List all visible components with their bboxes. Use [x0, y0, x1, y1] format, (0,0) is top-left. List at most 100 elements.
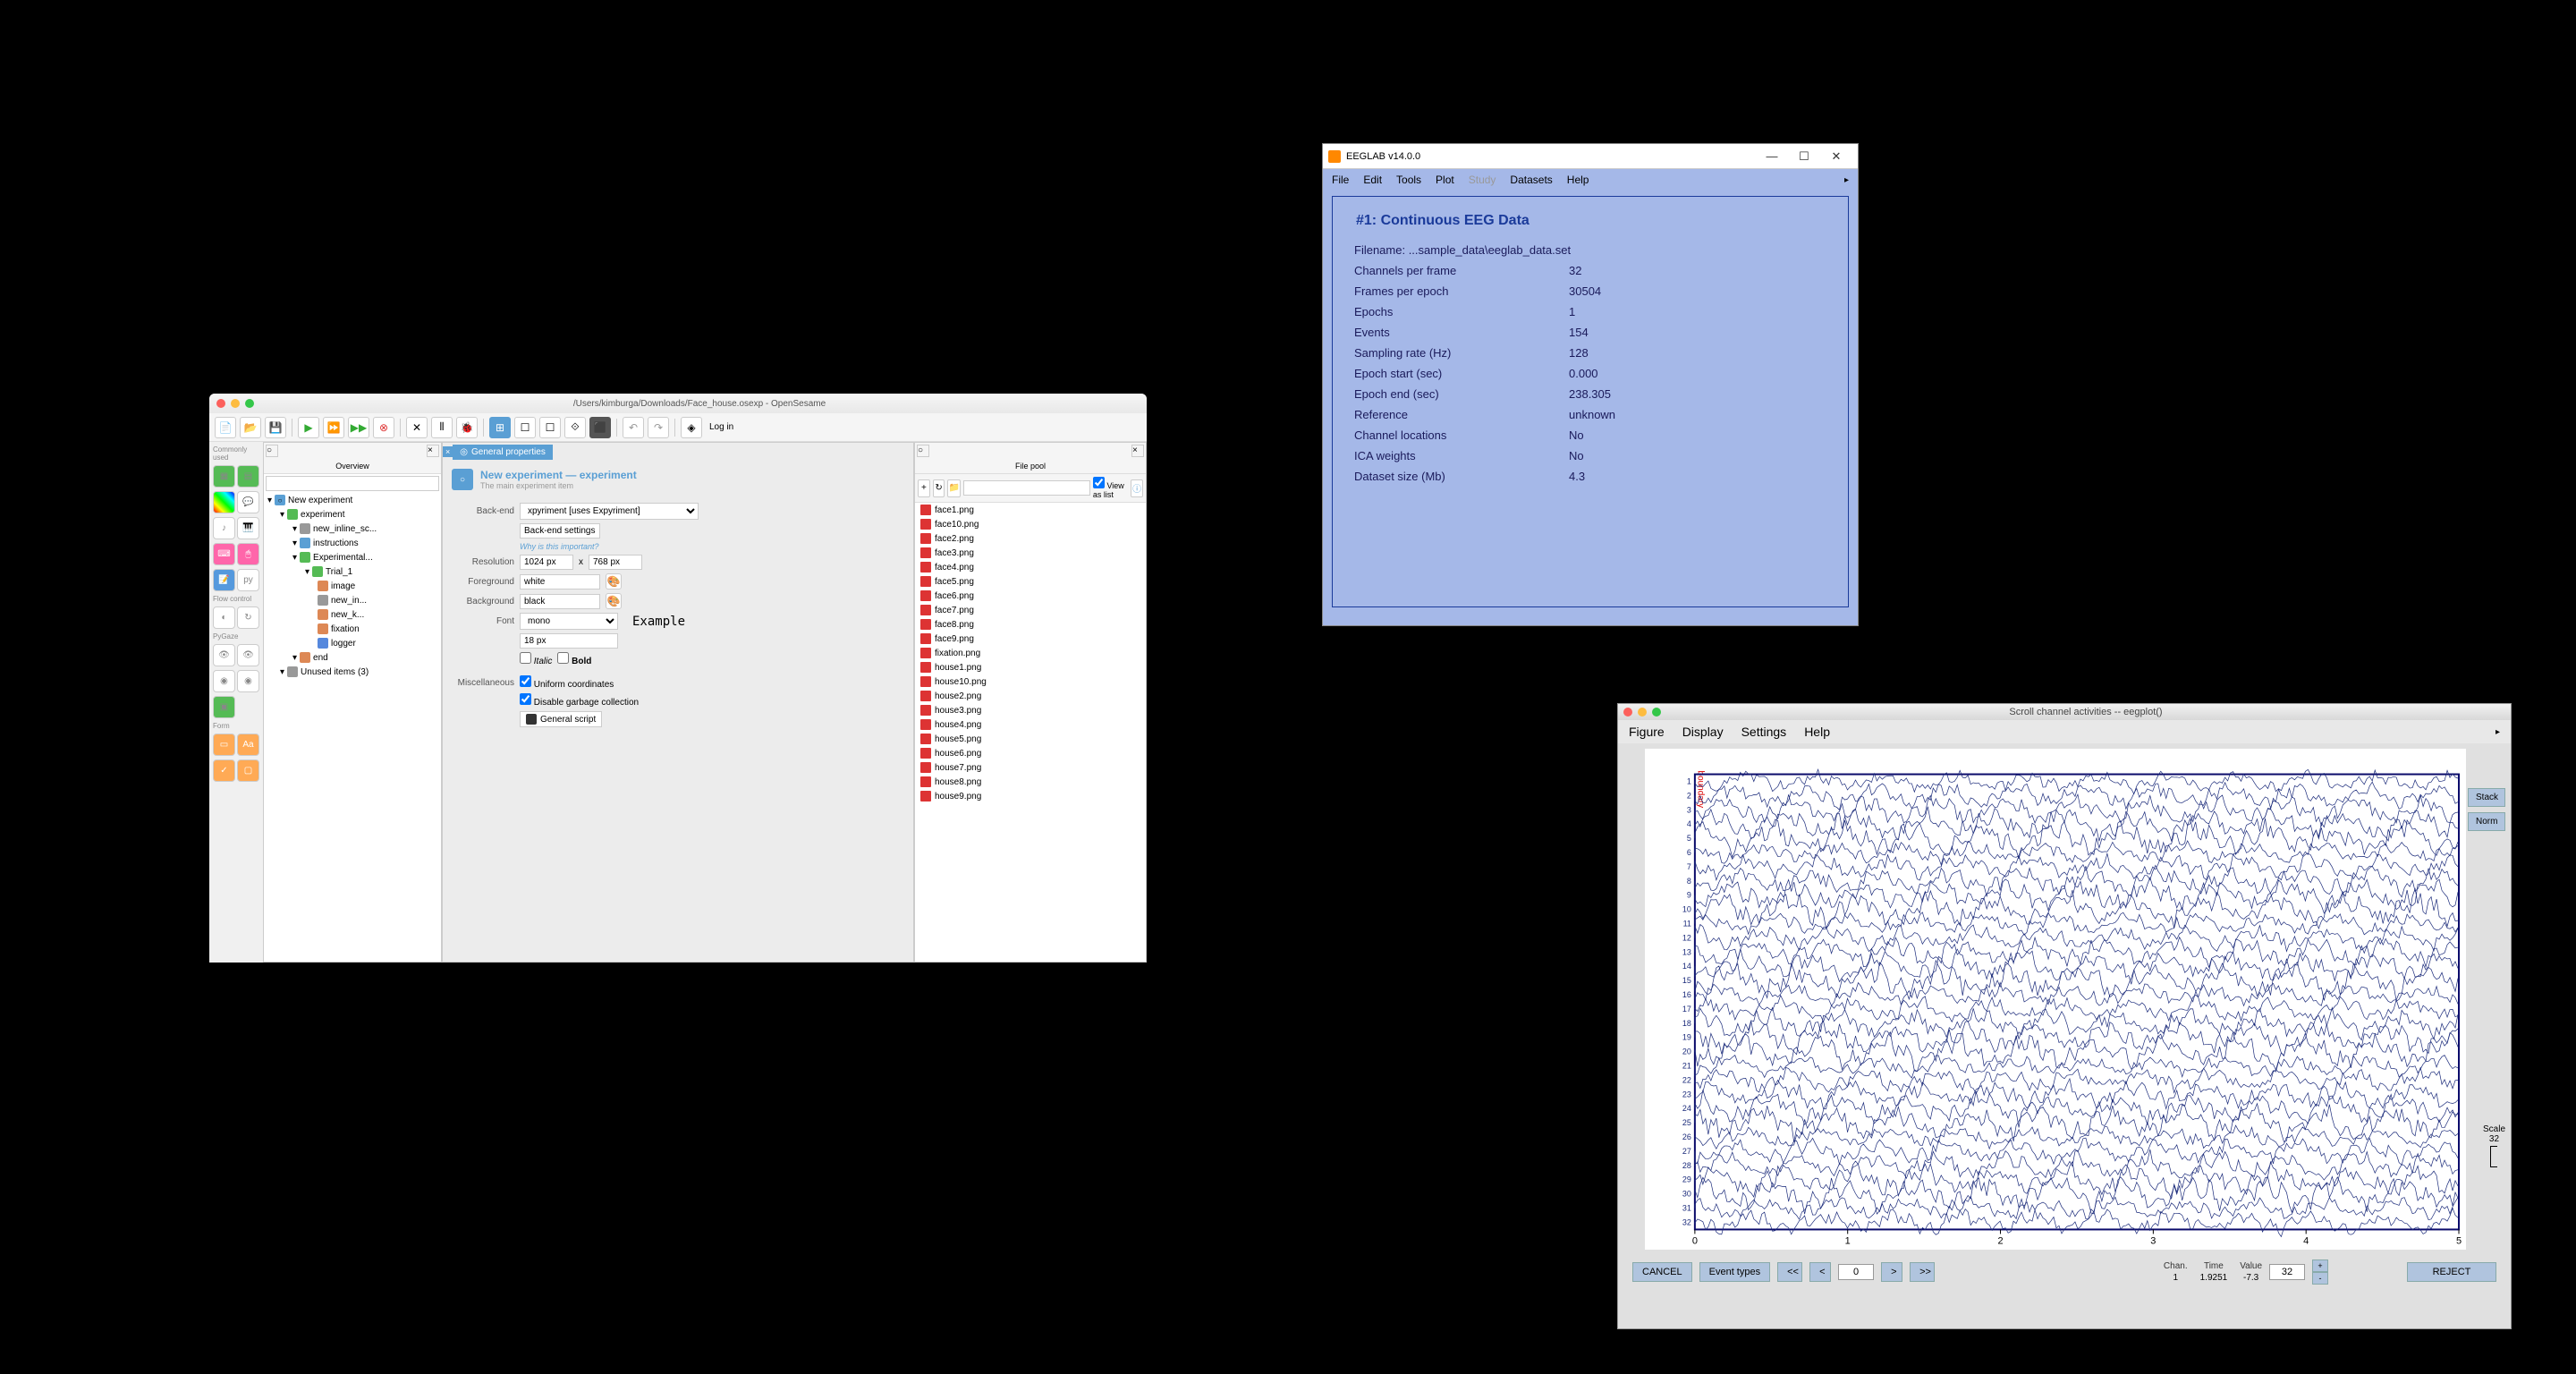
loop-tool[interactable]: ▦: [213, 465, 235, 488]
menu-settings[interactable]: Settings: [1741, 725, 1787, 739]
sketchpad-tool[interactable]: [213, 491, 235, 513]
tree-item[interactable]: ▾ instructions: [264, 536, 441, 550]
pin-icon[interactable]: ○: [917, 445, 929, 457]
file-item[interactable]: house7.png: [915, 760, 1146, 775]
form-tool-3[interactable]: ✓: [213, 759, 235, 782]
flow-tool-2[interactable]: ↻: [237, 606, 259, 629]
tree-root[interactable]: ▾ ○New experiment: [264, 493, 441, 507]
pin-icon[interactable]: ○: [266, 445, 278, 457]
file-item[interactable]: house2.png: [915, 689, 1146, 703]
tree-item[interactable]: new_k...: [264, 607, 441, 622]
tab-button-2[interactable]: ☐: [514, 417, 536, 438]
file-item[interactable]: face6.png: [915, 589, 1146, 603]
help-button[interactable]: ◈: [681, 417, 702, 438]
font-family-select[interactable]: mono: [520, 613, 618, 630]
tree-item[interactable]: ▾ Unused items (3): [264, 665, 441, 679]
nav-fwd-button[interactable]: >: [1881, 1262, 1902, 1282]
minimize-button[interactable]: —: [1756, 147, 1788, 166]
file-item[interactable]: house10.png: [915, 674, 1146, 689]
tree-item[interactable]: ▾ Trial_1: [264, 564, 441, 579]
nav-back-button[interactable]: <: [1809, 1262, 1831, 1282]
menu-more-icon[interactable]: ▸: [1844, 175, 1849, 185]
menu-figure[interactable]: Figure: [1629, 725, 1665, 739]
menu-help[interactable]: Help: [1567, 174, 1589, 186]
view-as-list-checkbox[interactable]: View as list: [1093, 477, 1128, 499]
maximize-button[interactable]: ☐: [1788, 147, 1820, 166]
redo-button[interactable]: ↷: [648, 417, 669, 438]
pygaze-tool-2[interactable]: 👁: [237, 644, 259, 666]
file-item[interactable]: fixation.png: [915, 646, 1146, 660]
res-width-input[interactable]: [520, 555, 573, 570]
quick-run-button[interactable]: ▶▶: [348, 417, 369, 438]
scale-down-button[interactable]: -: [2312, 1272, 2328, 1285]
file-item[interactable]: house5.png: [915, 732, 1146, 746]
form-tool-1[interactable]: ▭: [213, 734, 235, 756]
menu-tools[interactable]: Tools: [1396, 174, 1421, 186]
tree-item[interactable]: image: [264, 579, 441, 593]
pygaze-tool-3[interactable]: ◉: [213, 670, 235, 692]
login-link[interactable]: Log in: [709, 422, 733, 432]
backend-why-link[interactable]: Why is this important?: [520, 542, 599, 551]
eeg-plot-area[interactable]: boundary12345678910111213141516171819202…: [1645, 749, 2466, 1250]
tree-button[interactable]: ⦀: [431, 417, 453, 438]
file-item[interactable]: house4.png: [915, 717, 1146, 732]
event-types-button[interactable]: Event types: [1699, 1262, 1770, 1282]
menu-display[interactable]: Display: [1682, 725, 1724, 739]
tab-button-5[interactable]: ⬛: [589, 417, 611, 438]
tab-button-3[interactable]: ☐: [539, 417, 561, 438]
menu-edit[interactable]: Edit: [1363, 174, 1382, 186]
backend-settings-button[interactable]: Back-end settings: [520, 523, 600, 539]
keyboard-tool[interactable]: ⌨: [213, 543, 235, 565]
inline-script-tool[interactable]: py: [237, 569, 259, 591]
close-traffic-light[interactable]: [216, 399, 225, 408]
debug-button[interactable]: 🐞: [456, 417, 478, 438]
new-file-button[interactable]: 📄: [215, 417, 236, 438]
scale-up-button[interactable]: +: [2312, 1260, 2328, 1272]
form-tool-4[interactable]: ▢: [237, 759, 259, 782]
position-input[interactable]: [1838, 1264, 1874, 1280]
file-item[interactable]: face4.png: [915, 560, 1146, 574]
add-file-button[interactable]: +: [918, 479, 930, 497]
form-tool-2[interactable]: Aa: [237, 734, 259, 756]
tree-item[interactable]: logger: [264, 636, 441, 650]
menu-help[interactable]: Help: [1804, 725, 1830, 739]
close-tab-button[interactable]: ✕: [406, 417, 428, 438]
menu-datasets[interactable]: Datasets: [1510, 174, 1552, 186]
foreground-input[interactable]: [520, 574, 600, 589]
feedback-tool[interactable]: 💬: [237, 491, 259, 513]
gc-checkbox[interactable]: Disable garbage collection: [520, 693, 639, 708]
reject-button[interactable]: REJECT: [2407, 1262, 2496, 1282]
tab-button-1[interactable]: ⊞: [489, 417, 511, 438]
pygaze-tool-5[interactable]: ▣: [213, 696, 235, 718]
pygaze-tool-4[interactable]: ◉: [237, 670, 259, 692]
file-item[interactable]: house3.png: [915, 703, 1146, 717]
sequence-tool[interactable]: ▤: [237, 465, 259, 488]
browse-button[interactable]: 📁: [947, 479, 960, 497]
minimize-traffic-light[interactable]: [231, 399, 240, 408]
file-item[interactable]: house9.png: [915, 789, 1146, 803]
fg-color-picker[interactable]: 🎨: [606, 573, 622, 589]
tree-filter-input[interactable]: [266, 476, 439, 491]
font-size-input[interactable]: [520, 633, 618, 649]
menu-more-icon[interactable]: ▸: [2496, 727, 2500, 737]
synth-tool[interactable]: 🎹: [237, 517, 259, 539]
mouse-tool[interactable]: 🖱: [237, 543, 259, 565]
res-height-input[interactable]: [589, 555, 642, 570]
info-button[interactable]: ⓘ: [1131, 479, 1143, 497]
tree-item[interactable]: ▾ end: [264, 650, 441, 665]
save-button[interactable]: 💾: [265, 417, 286, 438]
minimize-traffic-light[interactable]: [1638, 708, 1647, 717]
logger-tool[interactable]: 📝: [213, 569, 235, 591]
pygaze-tool-1[interactable]: 👁: [213, 644, 235, 666]
italic-checkbox[interactable]: Italic: [520, 652, 552, 666]
tree-item[interactable]: new_in...: [264, 593, 441, 607]
menu-plot[interactable]: Plot: [1436, 174, 1454, 186]
tab-button-4[interactable]: ⟐: [564, 417, 586, 438]
filepool-filter[interactable]: [963, 480, 1090, 496]
file-item[interactable]: house1.png: [915, 660, 1146, 674]
tree-item[interactable]: ▾ Experimental...: [264, 550, 441, 564]
close-button[interactable]: ✕: [1820, 147, 1852, 166]
zoom-traffic-light[interactable]: [245, 399, 254, 408]
cancel-button[interactable]: CANCEL: [1632, 1262, 1692, 1282]
bold-checkbox[interactable]: Bold: [557, 652, 591, 666]
